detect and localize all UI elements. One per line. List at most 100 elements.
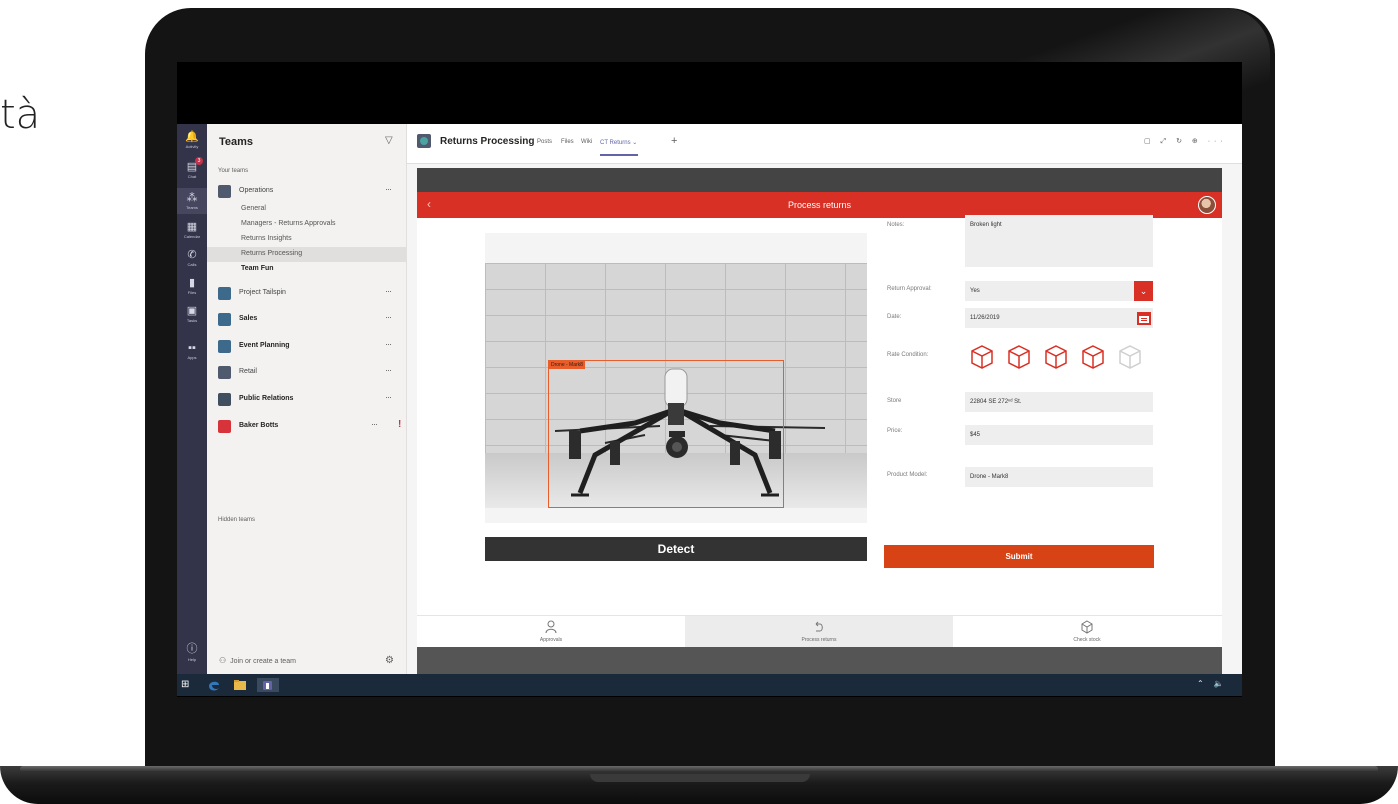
laptop-notch bbox=[590, 774, 810, 782]
tab-files[interactable]: Files bbox=[561, 139, 574, 145]
appbar-apps[interactable]: ▪▪ Apps bbox=[177, 342, 207, 364]
store-field[interactable]: 22804 SE 272ⁿᵈ St. bbox=[965, 392, 1153, 412]
rating-cubes[interactable] bbox=[969, 344, 1149, 370]
box-icon bbox=[1081, 620, 1093, 634]
appbar-label: Activity bbox=[185, 144, 199, 149]
calendar-icon[interactable] bbox=[1136, 310, 1152, 326]
notes-field[interactable]: Broken light bbox=[965, 215, 1153, 267]
team-row-public-relations[interactable]: Public Relations ··· bbox=[207, 388, 406, 410]
nav-label: Approvals bbox=[539, 637, 563, 643]
appbar-label: Tasks bbox=[186, 318, 198, 323]
calendar-icon: ▦ bbox=[186, 221, 198, 233]
appbar-help[interactable]: ⓘ Help bbox=[177, 640, 207, 662]
appbar-teams[interactable]: ⁂ Teams bbox=[177, 188, 207, 214]
app-bottom-band bbox=[417, 647, 1222, 674]
tab-posts[interactable]: Posts bbox=[537, 139, 552, 145]
avatar[interactable] bbox=[1198, 196, 1216, 214]
tab-wiki[interactable]: Wiki bbox=[581, 139, 592, 145]
team-row-project-tailspin[interactable]: Project Tailspin ··· bbox=[207, 282, 406, 304]
join-label: Join or create a team bbox=[230, 658, 296, 665]
more-options-icon[interactable]: ··· bbox=[385, 339, 392, 349]
team-name: Sales bbox=[239, 315, 258, 322]
add-team-icon: ⚇ bbox=[219, 656, 227, 665]
channel-name: Managers - Returns Approvals bbox=[241, 220, 336, 227]
team-logo-icon bbox=[417, 134, 431, 148]
cube-rating-icon[interactable] bbox=[1043, 344, 1069, 370]
submit-button[interactable]: Submit bbox=[884, 545, 1154, 568]
nav-process-returns[interactable]: Process returns bbox=[685, 616, 953, 648]
cube-rating-icon[interactable] bbox=[1006, 344, 1032, 370]
edge-browser-icon[interactable] bbox=[207, 678, 221, 692]
detect-button[interactable]: Detect bbox=[485, 537, 867, 561]
teams-list-panel: Teams ▽ Your teams Operations ··· Genera… bbox=[207, 124, 407, 674]
windows-start-icon[interactable]: ⊞ bbox=[181, 678, 191, 692]
product-model-field[interactable]: Drone - Mark8 bbox=[965, 467, 1153, 487]
filter-icon[interactable]: ▽ bbox=[385, 135, 393, 146]
more-options-icon[interactable]: ··· bbox=[371, 419, 378, 429]
more-options-icon[interactable]: ··· bbox=[385, 392, 392, 402]
appbar-label: Help bbox=[187, 657, 197, 662]
team-row-operations[interactable]: Operations ··· bbox=[207, 180, 406, 202]
product-model-label: Product Model: bbox=[887, 472, 928, 478]
channel-managers-returns-approvals[interactable]: Managers - Returns Approvals bbox=[207, 217, 406, 232]
chevron-down-icon[interactable]: ⌄ bbox=[1134, 281, 1153, 301]
team-row-retail[interactable]: Retail ··· bbox=[207, 361, 406, 383]
appbar-calendar[interactable]: ▦ Calendar bbox=[177, 220, 207, 242]
join-create-team-link[interactable]: ⚇ Join or create a team bbox=[219, 656, 296, 665]
active-tab-indicator bbox=[600, 154, 638, 156]
laptop-screen: 🔔 Activity ▤ 3 Chat ⁂ Teams ▦ Calendar ✆… bbox=[177, 62, 1242, 697]
channel-returns-processing[interactable]: Returns Processing bbox=[207, 247, 406, 262]
channel-name: Returns Insights bbox=[241, 235, 292, 242]
team-row-event-planning[interactable]: Event Planning ··· bbox=[207, 335, 406, 357]
nav-approvals[interactable]: Approvals bbox=[417, 616, 685, 648]
team-row-baker-botts[interactable]: Baker Botts ··· ! bbox=[207, 415, 406, 437]
appbar-calls[interactable]: ✆ Calls bbox=[177, 248, 207, 270]
laptop-base-edge bbox=[20, 766, 1378, 772]
gear-icon[interactable]: ⚙ bbox=[385, 655, 394, 666]
team-avatar-icon bbox=[218, 185, 231, 198]
nav-check-stock[interactable]: Check stock bbox=[953, 616, 1221, 648]
add-tab-icon[interactable]: + bbox=[671, 135, 677, 147]
bell-icon: 🔔 bbox=[185, 131, 199, 143]
channel-returns-insights[interactable]: Returns Insights bbox=[207, 232, 406, 247]
tasks-icon: ▣ bbox=[186, 305, 198, 317]
page: tà 🔔 Activity ▤ 3 Chat ⁂ Teams ▦ Calenda… bbox=[0, 0, 1398, 804]
channel-general[interactable]: General bbox=[207, 202, 406, 217]
channel-team-fun[interactable]: Team Fun bbox=[207, 262, 406, 277]
side-caption: tà bbox=[0, 92, 41, 138]
teams-taskbar-button[interactable] bbox=[257, 678, 279, 692]
cube-rating-icon[interactable] bbox=[969, 344, 995, 370]
date-field[interactable]: 11/26/2019 bbox=[965, 308, 1153, 328]
appbar-activity[interactable]: 🔔 Activity bbox=[177, 130, 207, 152]
date-label: Date: bbox=[887, 314, 902, 320]
file-explorer-icon[interactable] bbox=[233, 678, 247, 692]
detection-bounding-box: Drone - Mark8 bbox=[548, 360, 784, 508]
windows-taskbar: ⊞ ⌃ 🔈 bbox=[177, 674, 1242, 696]
channel-tab-bar: Returns Processing Posts Files Wiki CT R… bbox=[407, 124, 1242, 164]
appbar-chat[interactable]: ▤ 3 Chat bbox=[177, 157, 207, 182]
main-content: Returns Processing Posts Files Wiki CT R… bbox=[407, 124, 1242, 674]
cube-rating-icon[interactable] bbox=[1080, 344, 1106, 370]
team-name: Project Tailspin bbox=[239, 289, 286, 296]
appbar-label: Calls bbox=[187, 262, 197, 267]
tab-ct-returns[interactable]: CT Returns ⌄ bbox=[600, 139, 637, 146]
teams-panel-title: Teams bbox=[219, 136, 254, 148]
return-approval-dropdown[interactable]: Yes bbox=[965, 281, 1153, 301]
appbar-tasks[interactable]: ▣ Tasks bbox=[177, 304, 207, 326]
more-options-icon[interactable]: ··· bbox=[385, 286, 392, 296]
price-field[interactable]: $45 bbox=[965, 425, 1153, 445]
cube-rating-empty-icon[interactable] bbox=[1117, 344, 1143, 370]
team-row-sales[interactable]: Sales ··· bbox=[207, 308, 406, 330]
more-options-icon[interactable]: ··· bbox=[385, 184, 392, 194]
appbar-files[interactable]: ▮ Files bbox=[177, 276, 207, 298]
appbar-label: Apps bbox=[187, 355, 197, 360]
tab-actions-icons[interactable]: ▢ ⤢ ↻ ⊕ ··· bbox=[1144, 137, 1227, 146]
price-label: Price: bbox=[887, 428, 903, 434]
return-approval-label: Return Approval: bbox=[887, 286, 932, 292]
more-options-icon[interactable]: ··· bbox=[385, 365, 392, 375]
team-avatar-icon bbox=[218, 313, 231, 326]
more-options-icon[interactable]: ··· bbox=[385, 312, 392, 322]
alert-icon: ! bbox=[398, 419, 402, 430]
teams-icon: ⁂ bbox=[186, 192, 198, 204]
system-tray[interactable]: ⌃ 🔈 bbox=[1197, 679, 1228, 688]
